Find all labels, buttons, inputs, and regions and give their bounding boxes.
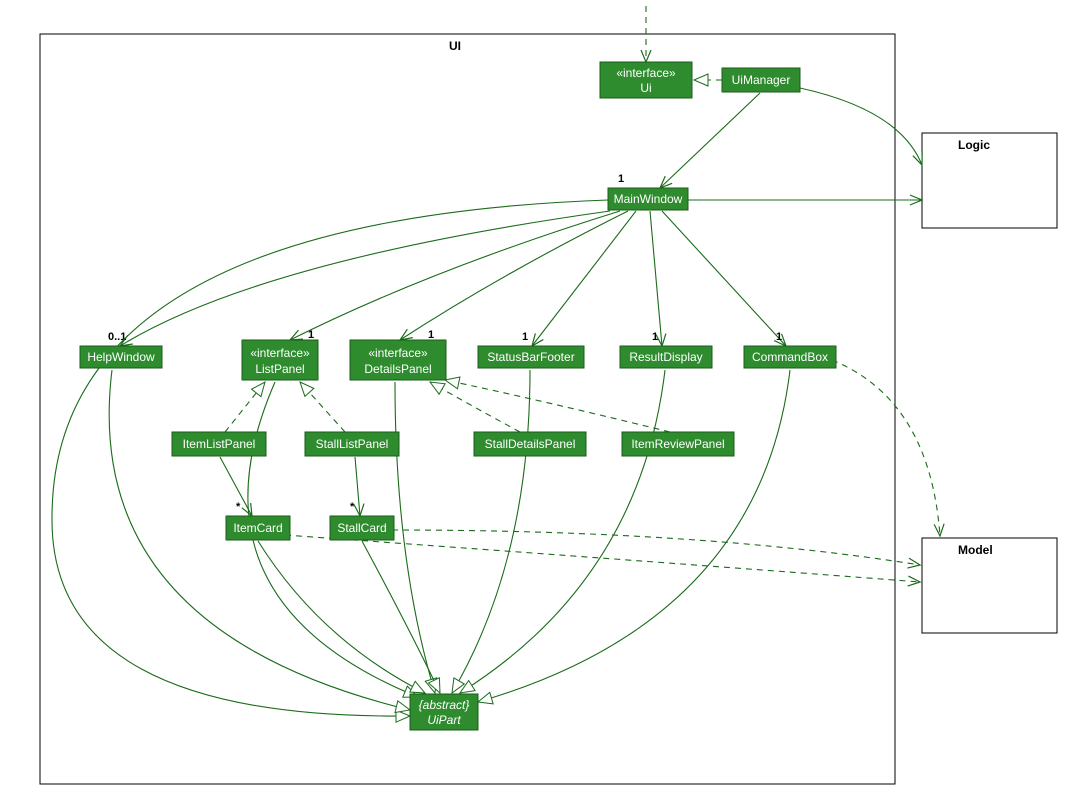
class-itemreviewpanel: ItemReviewPanel — [622, 432, 734, 456]
class-helpwindow: HelpWindow — [80, 346, 162, 368]
mult-detailspanel: 1 — [428, 329, 434, 341]
edge-resultdisplay-gen-uipart — [460, 370, 665, 693]
class-mainwindow: MainWindow — [608, 188, 688, 210]
class-stalllistpanel: StallListPanel — [305, 432, 399, 456]
edge-stalllist-realizes-listpanel — [300, 382, 345, 432]
edge-stallcard-dep-model — [392, 530, 920, 565]
edge-commandbox-dep-model — [832, 360, 940, 536]
edge-mainwindow-to-helpwindow — [120, 211, 610, 346]
edge-uimanager-to-logic — [800, 88, 922, 165]
package-model: Model — [922, 538, 1057, 633]
svg-text:CommandBox: CommandBox — [752, 350, 828, 364]
mult-stallcard: * — [350, 501, 355, 513]
svg-text:Ui: Ui — [640, 81, 651, 95]
class-stallcard: StallCard — [330, 516, 394, 540]
edge-mainwindow-to-commandbox — [662, 211, 786, 346]
class-detailspanel: «interface» DetailsPanel — [350, 340, 446, 380]
svg-text:DetailsPanel: DetailsPanel — [364, 362, 431, 376]
svg-text:«interface»: «interface» — [368, 346, 428, 360]
edge-itemreview-realizes-detailspanel — [445, 380, 670, 432]
class-resultdisplay: ResultDisplay — [620, 346, 712, 368]
edge-uimanager-to-mainwindow — [660, 93, 760, 188]
class-ui-interface: «interface» Ui — [600, 62, 692, 98]
class-commandbox: CommandBox — [744, 346, 836, 368]
class-statusbarfooter: StatusBarFooter — [478, 346, 584, 368]
edge-mainwindow-to-resultdisplay — [650, 211, 662, 346]
package-ui-label: UI — [449, 39, 461, 53]
svg-text:«interface»: «interface» — [250, 346, 310, 360]
class-uimanager: UiManager — [722, 68, 800, 92]
package-logic-label: Logic — [958, 138, 990, 152]
svg-text:{abstract}: {abstract} — [419, 698, 470, 712]
svg-text:UiManager: UiManager — [732, 73, 791, 87]
edge-stalllist-to-stallcard — [355, 457, 360, 516]
svg-text:HelpWindow: HelpWindow — [87, 350, 155, 364]
svg-text:ListPanel: ListPanel — [255, 362, 304, 376]
svg-text:ItemCard: ItemCard — [233, 521, 282, 535]
class-uipart: {abstract} UiPart — [410, 694, 478, 730]
class-itemlistpanel: ItemListPanel — [172, 432, 266, 456]
class-stalldetailspanel: StallDetailsPanel — [474, 432, 586, 456]
uml-diagram: UI Logic Model 1 0..1 1 1 1 1 1 — [0, 0, 1065, 794]
svg-text:StallCard: StallCard — [337, 521, 386, 535]
edge-mainwindow-gen-uipart — [52, 200, 608, 716]
package-ui: UI — [40, 34, 895, 784]
package-model-label: Model — [958, 543, 993, 557]
svg-text:«interface»: «interface» — [616, 66, 676, 80]
svg-text:ItemReviewPanel: ItemReviewPanel — [631, 437, 724, 451]
edge-mainwindow-to-statusbar — [532, 211, 636, 346]
mult-statusbar: 1 — [522, 331, 528, 343]
mult-resultdisplay: 1 — [652, 331, 658, 343]
package-logic: Logic — [922, 133, 1057, 228]
svg-text:ItemListPanel: ItemListPanel — [183, 437, 256, 451]
svg-text:MainWindow: MainWindow — [614, 192, 683, 206]
edge-stalldetails-realizes-detailspanel — [430, 382, 520, 432]
class-listpanel: «interface» ListPanel — [242, 340, 318, 380]
svg-text:ResultDisplay: ResultDisplay — [629, 350, 702, 364]
edge-commandbox-gen-uipart — [478, 370, 790, 702]
class-itemcard: ItemCard — [226, 516, 290, 540]
svg-text:StatusBarFooter: StatusBarFooter — [487, 350, 574, 364]
svg-text:StallDetailsPanel: StallDetailsPanel — [485, 437, 576, 451]
mult-commandbox: 1 — [776, 331, 782, 343]
mult-listpanel: 1 — [308, 329, 314, 341]
mult-helpwindow: 0..1 — [108, 331, 126, 343]
svg-text:StallListPanel: StallListPanel — [316, 437, 389, 451]
mult-mainwindow: 1 — [618, 173, 624, 185]
svg-text:UiPart: UiPart — [427, 713, 461, 727]
edge-detailspanel-gen-uipart — [395, 382, 435, 693]
edge-itemcard-gen-uipart — [258, 541, 425, 693]
edge-mainwindow-to-listpanel — [290, 211, 620, 340]
mult-itemcard: * — [236, 501, 241, 513]
